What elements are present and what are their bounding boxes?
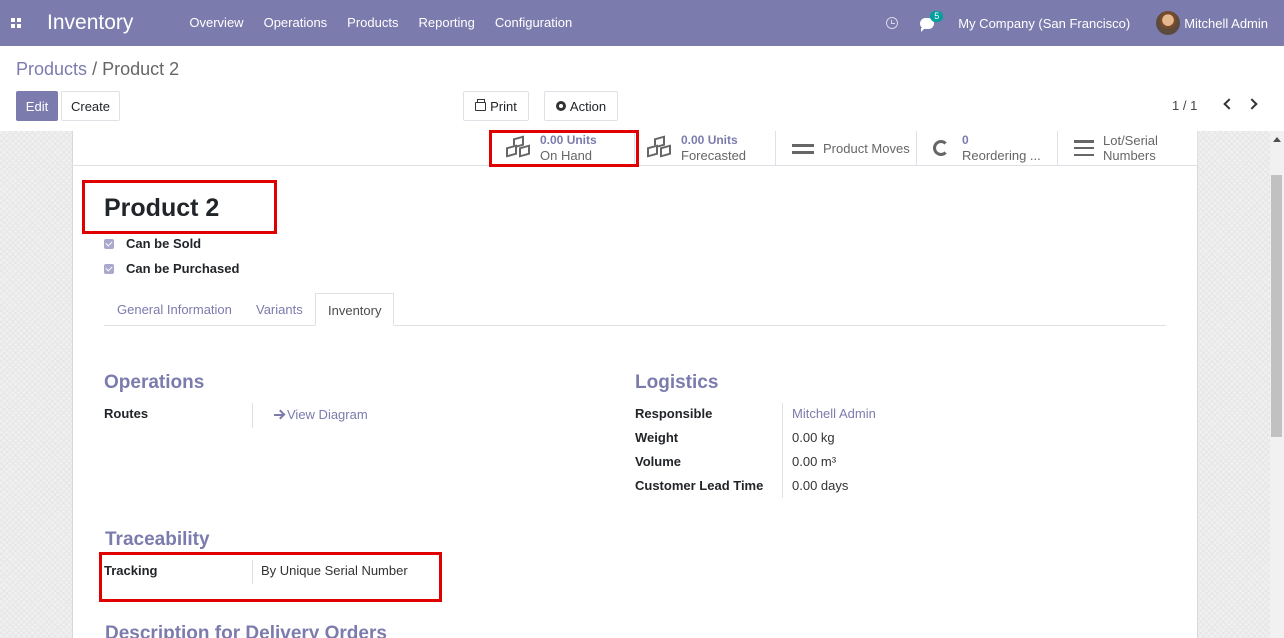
product-moves-label: Product Moves — [823, 140, 910, 156]
scrollbar-thumb[interactable] — [1271, 175, 1282, 437]
print-icon — [475, 98, 487, 111]
volume-label: Volume — [635, 454, 681, 469]
product-moves-button[interactable]: Product Moves — [775, 131, 917, 165]
action-button[interactable]: Action — [544, 91, 618, 121]
edit-button[interactable]: Edit — [16, 91, 58, 121]
responsible-value[interactable]: Mitchell Admin — [792, 406, 876, 421]
print-button[interactable]: Print — [463, 91, 529, 121]
weight-value: 0.00 kg — [792, 430, 835, 445]
field-separator — [252, 403, 253, 428]
navbar-systray: 5 My Company (San Francisco) Mitchell Ad… — [886, 0, 1284, 46]
tab-variants[interactable]: Variants — [244, 293, 315, 326]
lot-serial-label-2: Numbers — [1103, 148, 1156, 163]
can-be-sold-label: Can be Sold — [126, 236, 202, 251]
top-navbar: Inventory Overview Operations Products R… — [0, 0, 1284, 46]
highlight-product-name — [82, 180, 277, 234]
list-icon — [1074, 140, 1094, 156]
apps-menu-icon[interactable] — [0, 0, 32, 46]
print-label: Print — [490, 98, 517, 114]
forecasted-label: Forecasted — [681, 148, 747, 163]
customer-lead-time-label: Customer Lead Time — [635, 478, 764, 493]
main-menu: Overview Operations Products Reporting C… — [179, 0, 582, 46]
logistics-title: Logistics — [635, 372, 719, 393]
highlight-on-hand — [489, 130, 639, 167]
exchange-arrows-icon — [792, 141, 814, 155]
can-be-sold-checkbox[interactable] — [104, 238, 114, 249]
breadcrumb: Products / Product 2 — [16, 59, 179, 80]
menu-reporting[interactable]: Reporting — [408, 0, 484, 46]
breadcrumb-separator: / — [92, 59, 98, 79]
pager-previous-icon[interactable] — [1223, 98, 1235, 110]
reordering-value: 0 — [962, 133, 969, 147]
messages-badge: 5 — [930, 10, 944, 22]
menu-operations[interactable]: Operations — [254, 0, 338, 46]
field-separator — [782, 403, 783, 498]
action-label: Action — [569, 98, 607, 114]
app-name[interactable]: Inventory — [47, 0, 133, 46]
weight-label: Weight — [635, 430, 679, 445]
forecasted-button[interactable]: 0.00 Units Forecasted — [634, 131, 776, 165]
description-delivery-title: Description for Delivery Orders — [105, 623, 387, 638]
highlight-tracking — [99, 552, 442, 602]
arrow-right-icon — [274, 410, 284, 420]
company-switcher[interactable]: My Company (San Francisco) — [958, 16, 1130, 31]
cubes-icon — [647, 135, 675, 159]
view-diagram-label: View Diagram — [287, 407, 368, 422]
can-be-purchased-row[interactable]: Can be Purchased — [104, 261, 239, 276]
breadcrumb-products-link[interactable]: Products — [16, 59, 87, 79]
traceability-title: Traceability — [105, 529, 210, 550]
messages-icon[interactable]: 5 — [920, 10, 944, 32]
user-avatar[interactable] — [1156, 11, 1181, 35]
responsible-label: Responsible — [635, 406, 713, 421]
scroll-up-icon[interactable] — [1273, 137, 1281, 142]
volume-value: 0.00 m³ — [792, 454, 837, 469]
lot-serial-button[interactable]: Lot/Serial Numbers — [1057, 131, 1198, 165]
reordering-label: Reordering ... — [962, 148, 1041, 163]
can-be-purchased-checkbox[interactable] — [104, 263, 114, 274]
customer-lead-time-value: 0.00 days — [792, 478, 849, 493]
menu-configuration[interactable]: Configuration — [485, 0, 582, 46]
reordering-button[interactable]: 0 Reordering ... — [916, 131, 1058, 165]
routes-label: Routes — [104, 406, 149, 421]
tab-inventory[interactable]: Inventory — [315, 293, 394, 326]
lot-serial-label-1: Lot/Serial — [1103, 133, 1158, 148]
operations-title: Operations — [104, 372, 205, 393]
can-be-sold-row[interactable]: Can be Sold — [104, 236, 201, 251]
tab-general-information[interactable]: General Information — [105, 293, 244, 326]
pager-value[interactable]: 1 / 1 — [1172, 98, 1197, 113]
create-button[interactable]: Create — [61, 91, 120, 121]
can-be-purchased-label: Can be Purchased — [126, 261, 240, 276]
forecasted-value: 0.00 Units — [681, 133, 738, 147]
gear-icon — [555, 101, 566, 111]
breadcrumb-current: Product 2 — [102, 59, 180, 79]
view-diagram-link[interactable]: View Diagram — [274, 407, 368, 422]
pager-next-icon[interactable] — [1246, 98, 1258, 110]
refresh-icon — [933, 140, 949, 156]
user-menu[interactable]: Mitchell Admin — [1184, 16, 1268, 31]
activity-clock-icon[interactable] — [886, 17, 899, 29]
menu-products[interactable]: Products — [337, 0, 408, 46]
menu-overview[interactable]: Overview — [179, 0, 253, 46]
